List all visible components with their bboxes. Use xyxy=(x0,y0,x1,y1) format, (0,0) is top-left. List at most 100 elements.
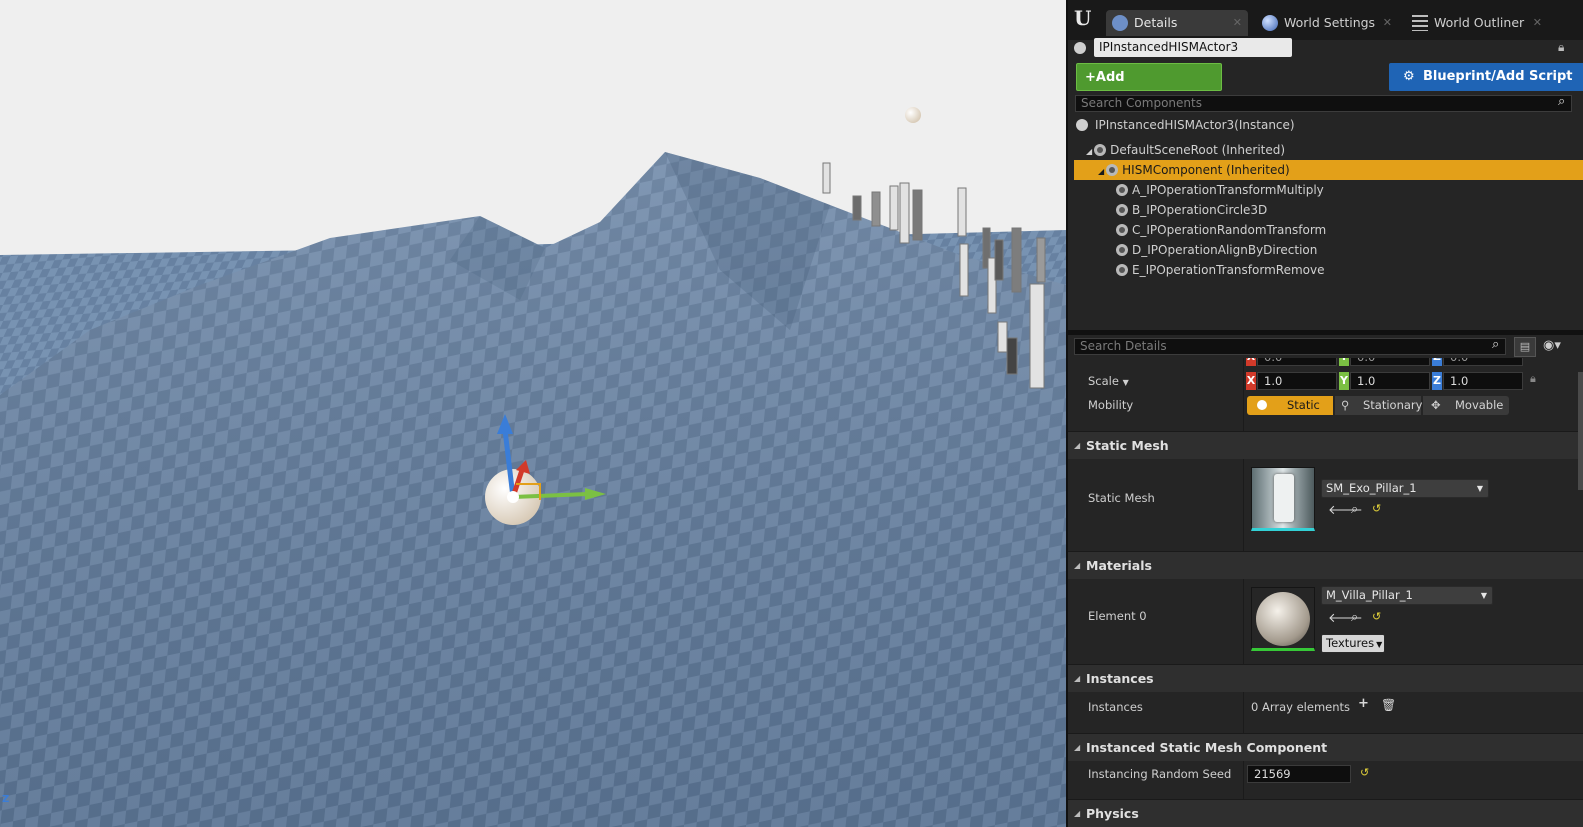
stationary-icon: ⚲ xyxy=(1341,398,1350,412)
random-seed-field[interactable]: 21569 xyxy=(1247,765,1351,783)
tree-item-root-instance[interactable]: IPInstancedHISMActor3(Instance) xyxy=(1076,115,1295,135)
tree-item-operation[interactable]: D_IPOperationAlignByDirection xyxy=(1116,240,1317,260)
tree-item-default-scene-root[interactable]: ◢ DefaultSceneRoot (Inherited) xyxy=(1086,140,1285,160)
tree-item-operation[interactable]: E_IPOperationTransformRemove xyxy=(1116,260,1324,280)
instances-count: 0 Array elements xyxy=(1251,700,1351,714)
details-scrollbar[interactable] xyxy=(1578,372,1583,490)
lock-icon[interactable]: 🔒︎ xyxy=(1558,40,1564,55)
tree-item-operation[interactable]: A_IPOperationTransformMultiply xyxy=(1116,180,1324,200)
axis-z-label: Z xyxy=(1432,372,1442,390)
static-mesh-thumbnail[interactable] xyxy=(1251,467,1315,531)
list-icon xyxy=(1412,15,1428,31)
axis-x-label: X xyxy=(1246,358,1256,366)
world-icon xyxy=(1262,15,1278,31)
scale-y-field[interactable]: 1.0 xyxy=(1350,372,1430,390)
axis-z-label: Z xyxy=(1432,358,1442,366)
rotation-x-field[interactable]: 0.0 xyxy=(1257,358,1337,366)
actor-sphere-icon xyxy=(1076,119,1088,131)
viewport-scene xyxy=(0,0,1066,827)
material-element-label: Element 0 xyxy=(1088,609,1147,623)
section-physics-header[interactable]: Physics xyxy=(1068,799,1583,827)
material-thumbnail[interactable] xyxy=(1251,587,1315,651)
unreal-logo-icon: U xyxy=(1074,6,1092,30)
section-materials-header[interactable]: Materials xyxy=(1068,551,1583,580)
actor-sphere-icon xyxy=(1074,42,1086,54)
chevron-down-icon: ▼ xyxy=(1476,484,1483,493)
chevron-down-icon: ▼ xyxy=(1480,591,1487,600)
mobility-static-button[interactable]: Static xyxy=(1247,396,1333,415)
trash-icon[interactable]: 🗑︎ xyxy=(1381,698,1396,712)
section-static-mesh-header[interactable]: Static Mesh xyxy=(1068,431,1583,460)
scale-label[interactable]: Scale ▼ xyxy=(1088,374,1129,388)
component-icon xyxy=(1106,164,1119,176)
static-mesh-label: Static Mesh xyxy=(1088,491,1155,505)
mobility-movable-button[interactable]: ✥ Movable xyxy=(1423,396,1509,415)
expand-arrow-icon[interactable]: ◢ xyxy=(1086,147,1092,156)
reset-arrow-icon[interactable]: ↺ xyxy=(1360,766,1369,779)
reset-arrow-icon[interactable]: ↺ xyxy=(1372,610,1381,623)
rotation-z-field[interactable]: 0.0 xyxy=(1443,358,1523,366)
blueprint-icon: ⚙ xyxy=(1403,69,1415,84)
close-icon[interactable]: ✕ xyxy=(1383,10,1392,36)
level-viewport[interactable]: Z xyxy=(0,0,1066,827)
add-element-plus-icon[interactable]: + xyxy=(1358,696,1369,711)
search-details-input[interactable]: Search Details xyxy=(1074,338,1506,355)
close-icon[interactable]: ✕ xyxy=(1233,10,1242,36)
panel-tab-bar: U Details ✕ World Settings ✕ World Outli… xyxy=(1068,0,1583,40)
axis-x-label: X xyxy=(1246,372,1256,390)
instances-label: Instances xyxy=(1088,700,1143,714)
column-divider xyxy=(1243,692,1244,733)
component-icon xyxy=(1094,144,1107,156)
reset-arrow-icon[interactable]: ↺ xyxy=(1372,502,1381,515)
add-component-button[interactable]: +Add Component▼ xyxy=(1076,63,1222,113)
tab-world-settings[interactable]: World Settings ✕ xyxy=(1256,10,1398,36)
material-asset-combo[interactable]: M_Villa_Pillar_1 ▼ xyxy=(1321,586,1493,605)
textures-button[interactable]: Textures ▼ xyxy=(1321,634,1385,653)
scale-x-field[interactable]: 1.0 xyxy=(1257,372,1337,390)
search-icon[interactable]: ⌕ xyxy=(1558,94,1565,109)
axis-y-label: Y xyxy=(1339,372,1349,390)
sky-sphere xyxy=(905,107,921,123)
instancing-random-seed-label: Instancing Random Seed xyxy=(1088,767,1232,781)
search-components-input[interactable]: Search Components xyxy=(1075,95,1572,112)
viewport-axis-indicator: Z xyxy=(2,794,10,805)
column-divider xyxy=(1243,358,1244,438)
tree-item-operation[interactable]: C_IPOperationRandomTransform xyxy=(1116,220,1326,240)
browse-magnifier-icon[interactable]: ⌕ xyxy=(1351,610,1358,625)
search-icon[interactable]: ⌕ xyxy=(1492,337,1499,352)
section-instances-header[interactable]: Instances xyxy=(1068,664,1583,693)
mobility-label: Mobility xyxy=(1088,398,1134,412)
static-mesh-asset-combo[interactable]: SM_Exo_Pillar_1 ▼ xyxy=(1321,479,1489,498)
tree-item-hism-component[interactable]: ◢ HISMComponent (Inherited) xyxy=(1074,160,1583,180)
tab-details[interactable]: Details ✕ xyxy=(1106,10,1248,36)
column-divider xyxy=(1243,579,1244,664)
lock-icon[interactable]: 🔒︎ xyxy=(1530,372,1536,386)
plus-icon: + xyxy=(1085,70,1096,85)
chevron-down-icon: ▼ xyxy=(1122,378,1129,387)
section-instanced-static-mesh-header[interactable]: Instanced Static Mesh Component xyxy=(1068,733,1583,762)
expand-arrow-icon[interactable]: ◢ xyxy=(1098,167,1104,176)
chevron-down-icon: ▼ xyxy=(1376,640,1383,649)
details-panel: U Details ✕ World Settings ✕ World Outli… xyxy=(1066,0,1583,827)
blueprint-add-script-button[interactable]: ⚙ Blueprint/Add Script xyxy=(1389,63,1583,91)
rotation-y-field[interactable]: 0.0 xyxy=(1350,358,1430,366)
scale-z-field[interactable]: 1.0 xyxy=(1443,372,1523,390)
column-divider xyxy=(1243,761,1244,799)
eye-icon[interactable]: ◉▾ xyxy=(1543,338,1561,353)
component-icon xyxy=(1116,204,1128,216)
browse-magnifier-icon[interactable]: ⌕ xyxy=(1351,502,1358,517)
tree-item-operation[interactable]: B_IPOperationCircle3D xyxy=(1116,200,1267,220)
property-matrix-icon[interactable]: ▤ xyxy=(1514,337,1536,357)
component-icon xyxy=(1116,244,1128,256)
actor-name-field[interactable]: IPInstancedHISMActor3 xyxy=(1094,38,1292,57)
component-icon xyxy=(1116,264,1128,276)
component-icon xyxy=(1116,184,1128,196)
panel-splitter[interactable] xyxy=(1068,330,1583,335)
component-icon xyxy=(1116,224,1128,236)
column-divider xyxy=(1243,459,1244,551)
tab-world-outliner[interactable]: World Outliner ✕ xyxy=(1406,10,1548,36)
mobility-stationary-button[interactable]: ⚲ Stationary xyxy=(1335,396,1422,415)
movable-icon: ✥ xyxy=(1431,398,1441,412)
axis-y-label: Y xyxy=(1339,358,1349,366)
close-icon[interactable]: ✕ xyxy=(1533,10,1542,36)
